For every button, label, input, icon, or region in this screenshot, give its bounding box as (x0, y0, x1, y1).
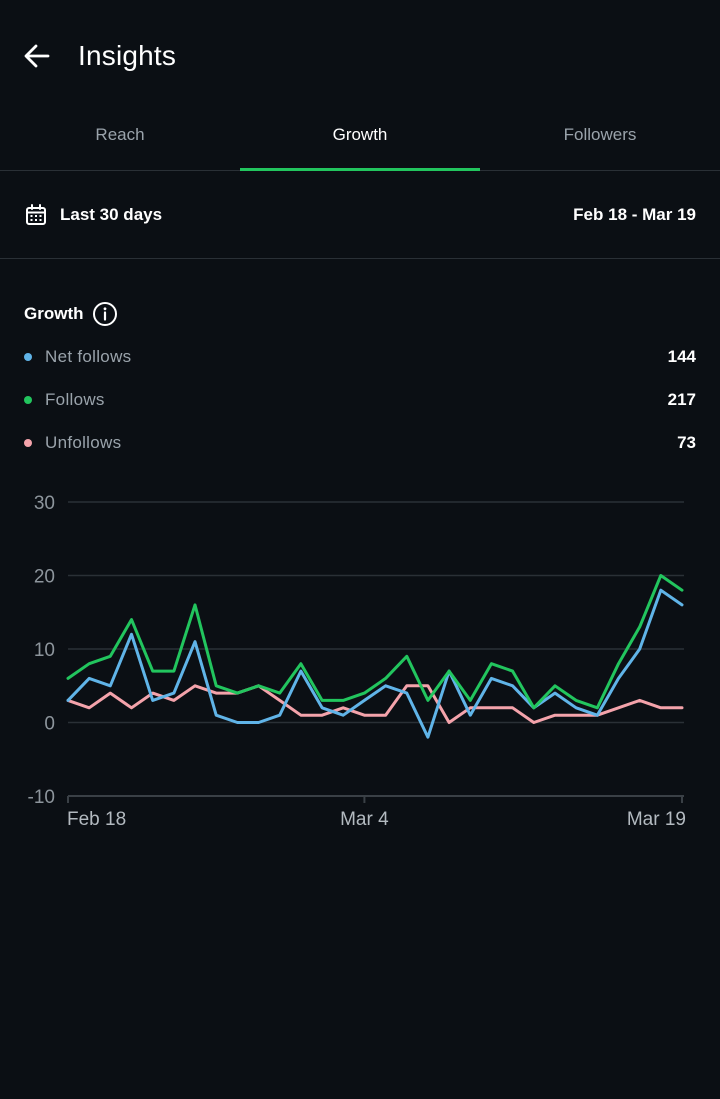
legend-item-unfollows: Unfollows 73 (24, 421, 696, 464)
growth-section: Growth Net follows 144 Follows 217 Unfol… (0, 299, 720, 464)
legend-item-follows: Follows 217 (24, 378, 696, 421)
y-tick-label: 10 (34, 640, 55, 661)
x-tick-label: Feb 18 (67, 809, 126, 830)
legend-left: Net follows (24, 347, 131, 367)
legend-name: Unfollows (45, 432, 122, 452)
tab-followers[interactable]: Followers (480, 112, 720, 170)
y-tick-label: 20 (34, 567, 55, 588)
tab-growth[interactable]: Growth (240, 112, 480, 171)
info-icon (92, 302, 117, 326)
legend-dot (24, 395, 32, 404)
legend-item-net-follows: Net follows 144 (24, 335, 696, 378)
date-range-left: Last 30 days (24, 203, 162, 227)
legend-value: 144 (667, 346, 696, 366)
x-tick-label: Mar 4 (340, 809, 389, 830)
legend-value: 73 (677, 432, 696, 452)
date-range-label: Last 30 days (60, 204, 163, 224)
back-button[interactable] (22, 41, 52, 71)
tab-reach[interactable]: Reach (0, 112, 240, 170)
date-range-dates: Feb 18 - Mar 19 (573, 204, 696, 224)
y-tick-label: -10 (28, 787, 55, 808)
calendar-icon (26, 203, 46, 225)
legend-left: Follows (24, 390, 105, 410)
legend-dot (24, 438, 32, 447)
y-tick-label: 0 (44, 714, 55, 735)
date-range-selector[interactable]: Last 30 days Feb 18 - Mar 19 (0, 171, 720, 259)
info-button[interactable] (92, 301, 118, 327)
series-line-follows (66, 574, 684, 710)
legend-name: Net follows (45, 346, 132, 366)
section-title: Growth (24, 304, 84, 323)
legend-value: 217 (667, 389, 696, 409)
section-header: Growth (24, 299, 696, 329)
legend: Net follows 144 Follows 217 Unfollows 73 (24, 335, 696, 464)
y-tick-label: 30 (34, 493, 55, 514)
x-tick-label: Mar 19 (627, 809, 686, 830)
top-bar: Insights (0, 0, 720, 112)
growth-chart[interactable]: -10 0 10 20 30 Feb 18 Mar 4 Mar 19 (0, 480, 720, 840)
legend-dot (24, 352, 32, 361)
tab-bar: Reach Growth Followers (0, 112, 720, 171)
legend-name: Follows (45, 389, 105, 409)
legend-left: Unfollows (24, 433, 121, 453)
arrow-left-icon (24, 44, 50, 68)
page-title: Insights (78, 40, 177, 71)
growth-chart-svg: -10 0 10 20 30 Feb 18 Mar 4 Mar 19 (28, 493, 686, 830)
